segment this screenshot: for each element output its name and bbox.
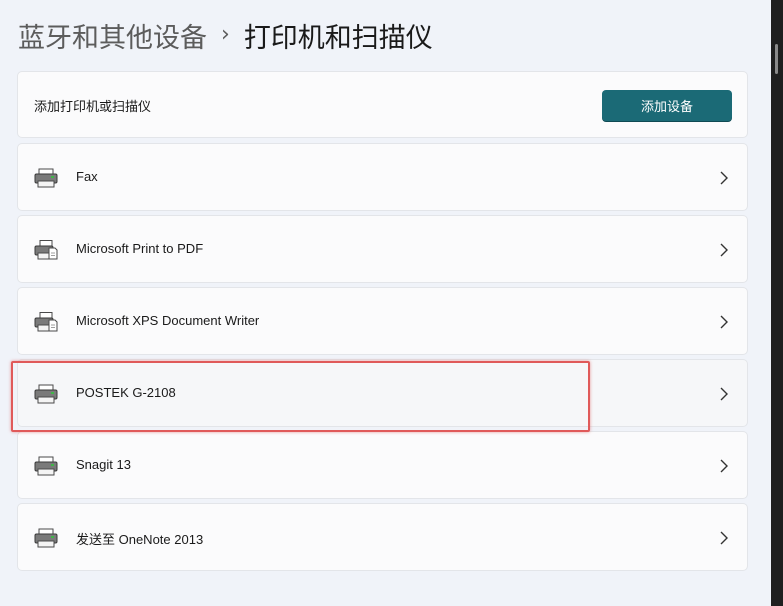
printer-icon (34, 168, 58, 188)
device-name: Microsoft Print to PDF (76, 241, 204, 256)
window-edge (771, 0, 783, 606)
add-device-button[interactable]: 添加设备 (602, 90, 732, 121)
add-printer-label: 添加打印机或扫描仪 (34, 100, 152, 115)
device-name: Fax (76, 169, 98, 184)
device-row-fax[interactable]: Fax (17, 143, 748, 211)
add-printer-card: 添加打印机或扫描仪 添加设备 (17, 71, 748, 138)
chevron-right-icon (720, 315, 728, 329)
device-row-microsoft-print-to-pdf[interactable]: Microsoft Print to PDF (17, 215, 748, 283)
breadcrumb: 蓝牙和其他设备 › 打印机和扫描仪 (18, 14, 433, 56)
device-name: 发送至 OneNote 2013 (76, 532, 204, 547)
chevron-right-icon (720, 243, 728, 257)
printer-icon (34, 528, 58, 548)
device-name: Snagit 13 (76, 457, 131, 472)
device-name: POSTEK G-2108 (76, 385, 176, 400)
device-row-snagit-13[interactable]: Snagit 13 (17, 431, 748, 499)
printer-document-icon (34, 312, 58, 332)
printer-document-icon (34, 240, 58, 260)
printer-icon (34, 384, 58, 404)
device-name: Microsoft XPS Document Writer (76, 313, 260, 328)
page-title: 打印机和扫描仪 (243, 22, 433, 54)
breadcrumb-separator-icon: › (221, 21, 230, 47)
scrollbar-thumb[interactable] (775, 44, 778, 74)
chevron-right-icon (720, 387, 728, 401)
breadcrumb-parent-link[interactable]: 蓝牙和其他设备 (18, 16, 207, 55)
chevron-right-icon (720, 531, 728, 545)
device-row-postek-g-2108[interactable]: POSTEK G-2108 (17, 359, 748, 427)
printer-icon (34, 456, 58, 476)
device-row-microsoft-xps-document-writer[interactable]: Microsoft XPS Document Writer (17, 287, 748, 355)
chevron-right-icon (720, 171, 728, 185)
device-row-send-to-onenote-2013[interactable]: 发送至 OneNote 2013 (17, 503, 748, 571)
chevron-right-icon (720, 459, 728, 473)
